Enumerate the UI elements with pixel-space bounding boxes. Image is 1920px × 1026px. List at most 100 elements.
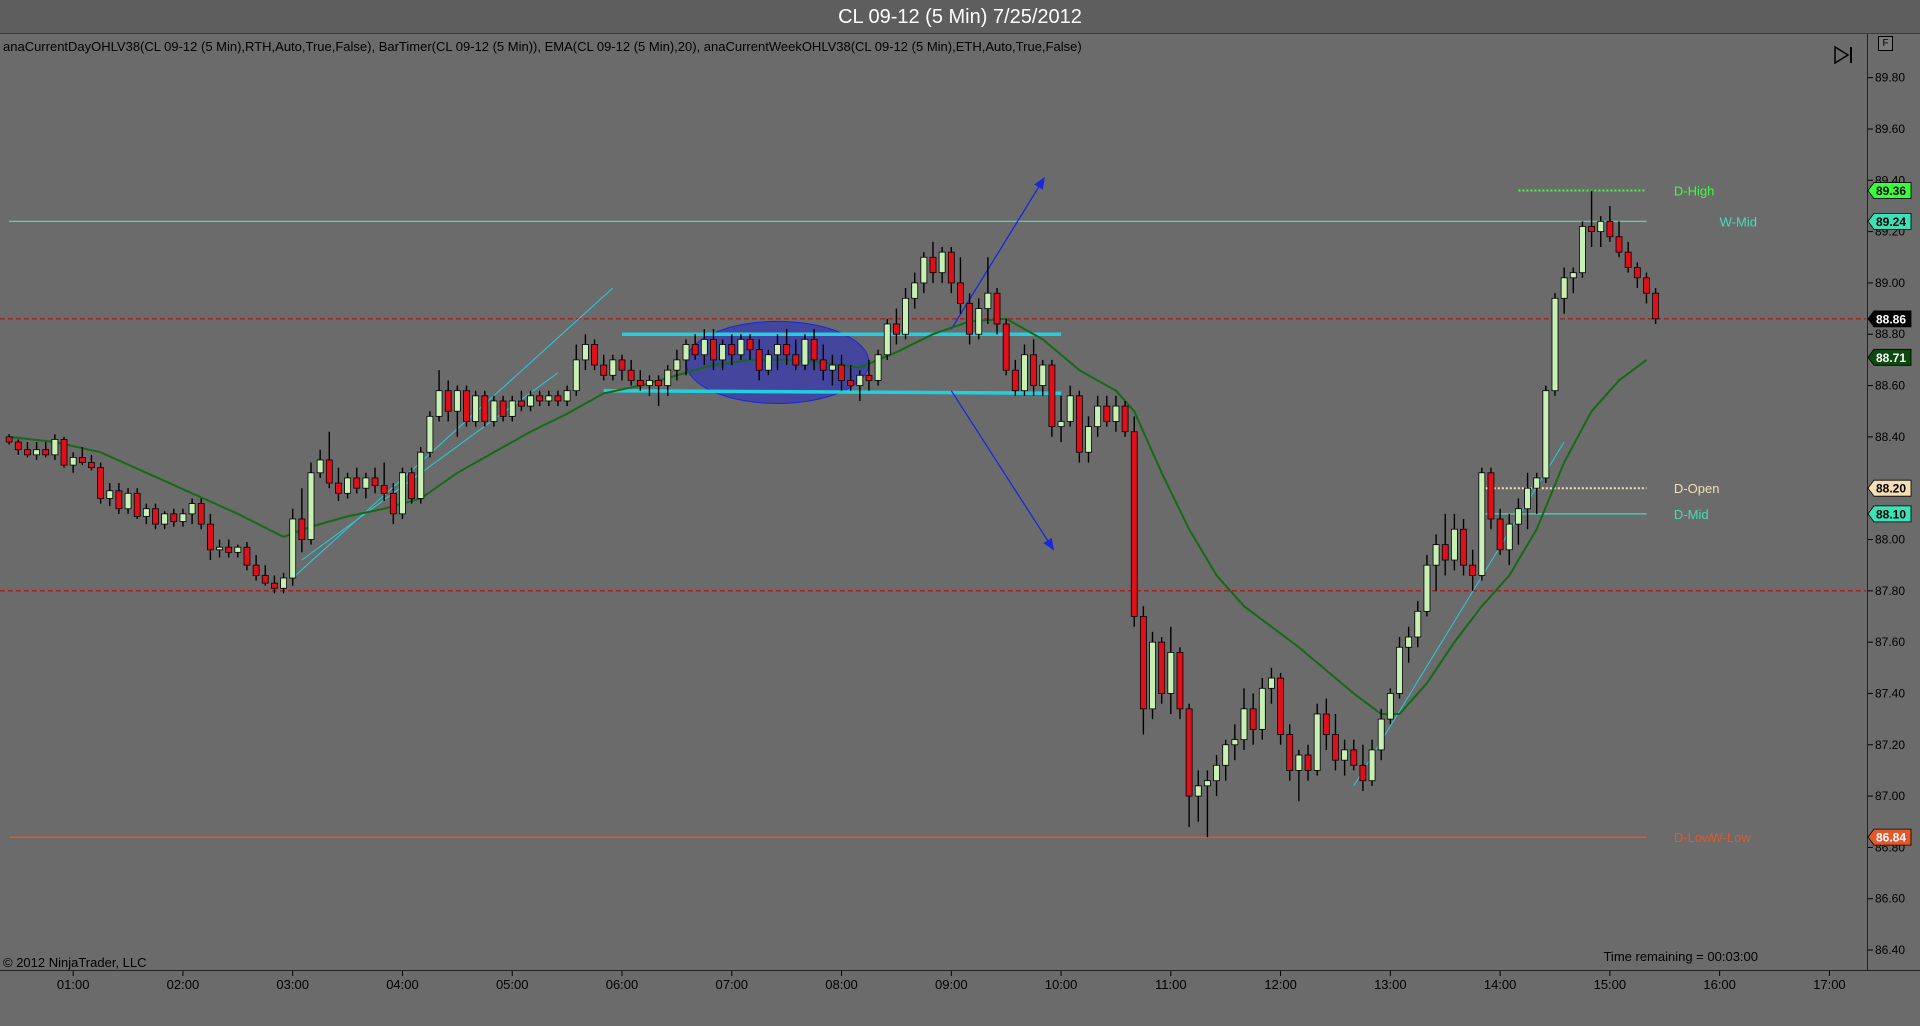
candle-body xyxy=(1268,677,1275,689)
candle-body xyxy=(216,546,223,551)
candle xyxy=(1579,221,1586,278)
candle xyxy=(1130,416,1138,627)
level-label-d-mid: D-Mid xyxy=(1674,507,1709,522)
candle-body xyxy=(1396,646,1403,694)
candle-body xyxy=(737,338,745,356)
candle-body xyxy=(243,546,251,566)
price-marker-text: 86.84 xyxy=(1876,831,1906,845)
candle xyxy=(97,462,105,504)
candle-body xyxy=(1286,734,1294,771)
panel-toggle-button[interactable]: F xyxy=(1878,36,1893,51)
candle-body xyxy=(774,344,781,356)
candle-body xyxy=(810,338,818,361)
candle-body xyxy=(1313,713,1321,771)
candle-body xyxy=(1359,764,1367,782)
candle-body xyxy=(1515,508,1522,525)
bar-timer-text: Time remaining = 00:03:00 xyxy=(1603,949,1758,964)
candle-body xyxy=(389,492,397,515)
time-tick-label: 01:00 xyxy=(57,977,90,992)
candle-body xyxy=(280,577,287,589)
candle-body xyxy=(755,349,763,371)
candle-body xyxy=(271,582,278,589)
candle-body xyxy=(819,359,827,371)
candle xyxy=(289,508,297,586)
candle-body xyxy=(1167,652,1175,694)
candle-body xyxy=(1615,236,1623,253)
candle-body xyxy=(792,354,800,366)
candle-body xyxy=(582,344,589,361)
price-tick-label: 87.60 xyxy=(1875,635,1905,649)
candle-body xyxy=(206,523,214,551)
plot-area xyxy=(0,34,1868,971)
candle-body xyxy=(1560,277,1568,299)
candle-body xyxy=(1039,364,1047,386)
time-axis: 01:00 02:00 03:00 04:00 05:00 06:00 07:00 08:00… xyxy=(57,971,1846,992)
candle-body xyxy=(1405,636,1413,648)
candle-body xyxy=(353,477,361,489)
candle-body xyxy=(115,490,123,510)
candle-body xyxy=(1533,477,1541,489)
candle-body xyxy=(1130,431,1138,617)
time-tick-label: 11:00 xyxy=(1155,977,1187,992)
candle-body xyxy=(463,390,470,422)
candle-body xyxy=(627,369,635,381)
candle-body xyxy=(783,344,791,356)
candle-body xyxy=(133,492,141,517)
candle-body xyxy=(1478,472,1486,576)
time-tick-label: 13:00 xyxy=(1374,977,1407,992)
candle-body xyxy=(97,467,105,499)
candle-body xyxy=(5,436,13,443)
candle-body xyxy=(1066,395,1074,422)
candle-body xyxy=(847,380,855,386)
candle-body xyxy=(1423,564,1431,612)
candle-body xyxy=(1085,426,1092,453)
candle-body xyxy=(444,390,452,412)
candle-body xyxy=(1377,718,1385,751)
candle-body xyxy=(1569,272,1577,279)
candle-body xyxy=(1322,713,1330,735)
scroll-to-end-icon[interactable] xyxy=(1832,44,1856,66)
candle xyxy=(1149,631,1156,720)
candle-body xyxy=(142,508,150,517)
candle-body xyxy=(920,256,928,284)
candle-body xyxy=(499,400,507,417)
level-label-d-high: D-High xyxy=(1674,184,1714,199)
candle-body xyxy=(435,390,443,417)
chart-canvas[interactable]: 89.8089.6089.4089.2089.0088.8088.6088.40… xyxy=(0,34,1920,1026)
candle xyxy=(801,334,809,371)
candle-body xyxy=(1524,487,1531,510)
time-tick-label: 02:00 xyxy=(167,977,200,992)
candle-body xyxy=(508,400,516,417)
candle-body xyxy=(1194,785,1202,797)
candle-body xyxy=(618,359,626,371)
copyright-text: © 2012 NinjaTrader, LLC xyxy=(3,955,147,970)
candle-body xyxy=(24,449,31,456)
candle-body xyxy=(536,395,544,402)
candle-body xyxy=(591,344,598,366)
candle-body xyxy=(1386,693,1394,720)
indicator-legend: anaCurrentDayOHLV38(CL 09-12 (5 Min),RTH… xyxy=(3,39,1082,54)
candle xyxy=(463,385,470,427)
candle-body xyxy=(865,374,873,381)
candle xyxy=(307,462,315,545)
candle-body xyxy=(307,472,315,540)
candle-body xyxy=(801,338,809,366)
candle-body xyxy=(371,477,379,487)
price-marker-text: 89.24 xyxy=(1876,215,1906,229)
window-titlebar: CL 09-12 (5 Min) 7/25/2012 xyxy=(0,0,1920,34)
candle-body xyxy=(42,449,50,456)
time-tick-label: 04:00 xyxy=(386,977,419,992)
candle-body xyxy=(197,503,205,525)
candle-body xyxy=(325,459,333,484)
candle-body xyxy=(1332,734,1339,761)
price-marker-last: 88.86 xyxy=(1867,310,1912,328)
level-label-w-low: W-Low xyxy=(1711,830,1752,845)
time-tick-label: 03:00 xyxy=(276,977,309,992)
candle xyxy=(408,467,416,504)
candle xyxy=(874,349,882,386)
candle-body xyxy=(335,482,342,494)
candle-body xyxy=(1368,749,1376,782)
candle-body xyxy=(1048,364,1056,428)
candle-body xyxy=(883,323,891,356)
candle-body xyxy=(673,359,681,371)
